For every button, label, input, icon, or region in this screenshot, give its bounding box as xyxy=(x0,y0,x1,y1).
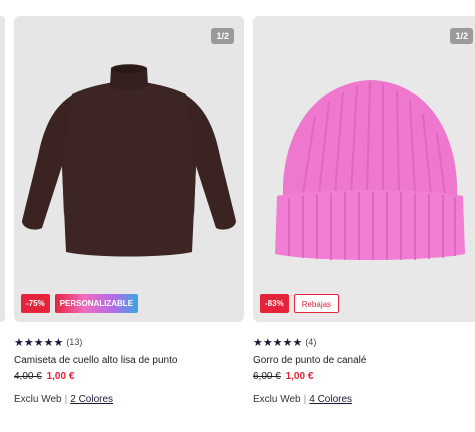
star-rating-icons: ★★★★★ xyxy=(14,336,64,349)
product-image[interactable]: 1/2 -75% PERSONALIZABLE xyxy=(14,16,244,322)
review-count: (13) xyxy=(66,337,83,347)
rating: ★★★★★ (4) xyxy=(253,336,475,349)
personalizable-badge: PERSONALIZABLE xyxy=(54,294,139,313)
image-counter: 1/2 xyxy=(450,28,473,44)
badge-group: -83% Rebajas xyxy=(260,294,340,313)
product-meta: Exclu Web | 2 Colores xyxy=(14,394,244,405)
meta-separator: | xyxy=(303,394,307,405)
product-title[interactable]: Camiseta de cuello alto lisa de punto xyxy=(14,355,244,366)
exclu-web-tag: Exclu Web xyxy=(14,394,62,405)
product-image[interactable]: 1/2 -83% Rebajas xyxy=(253,16,475,322)
turtleneck-shirt-image xyxy=(22,64,236,257)
old-price: 6,00 € xyxy=(253,371,281,382)
colors-link[interactable]: 2 Colores xyxy=(70,394,113,405)
old-price: 4,00 € xyxy=(14,371,42,382)
product-meta: Exclu Web | 4 Colores xyxy=(253,394,475,405)
sale-price: 1,00 € xyxy=(285,371,314,382)
sale-badge: Rebajas xyxy=(293,294,340,313)
discount-badge: -83% xyxy=(260,294,289,313)
exclu-web-tag: Exclu Web xyxy=(253,394,301,405)
colors-link[interactable]: 4 Colores xyxy=(309,394,352,405)
rating: ★★★★★ (13) xyxy=(14,336,244,349)
star-rating-icons: ★★★★★ xyxy=(253,336,303,349)
previous-product-image-edge[interactable] xyxy=(0,16,5,322)
image-counter: 1/2 xyxy=(211,28,234,44)
badge-group: -75% PERSONALIZABLE xyxy=(21,294,139,313)
review-count: (4) xyxy=(305,337,317,347)
price-block: 6,00 € 1,00 € xyxy=(253,371,475,382)
product-title[interactable]: Gorro de punto de canalé xyxy=(253,355,475,366)
product-card[interactable]: 1/2 -75% PERSONALIZABLE ★★★★★ (13) Camis… xyxy=(14,16,244,405)
price-block: 4,00 € 1,00 € xyxy=(14,371,244,382)
sale-price: 1,00 € xyxy=(46,371,75,382)
product-card[interactable]: 1/2 -83% Rebajas ★★★★★ (4) Gorro de punt… xyxy=(253,16,475,405)
ribbed-beanie-image xyxy=(275,80,465,260)
meta-separator: | xyxy=(64,394,68,405)
discount-badge: -75% xyxy=(21,294,50,313)
